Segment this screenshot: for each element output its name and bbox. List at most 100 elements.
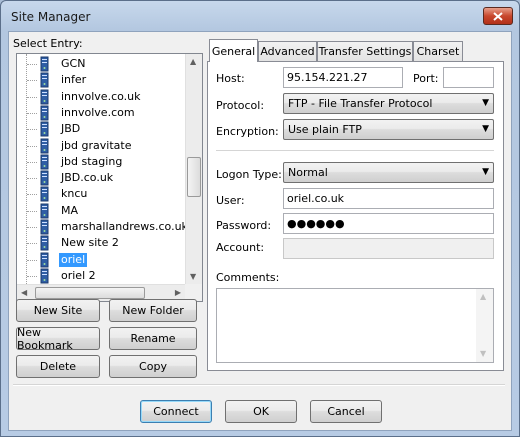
tab-transfer-settings[interactable]: Transfer Settings <box>317 41 413 61</box>
tree-connector <box>27 161 37 163</box>
connect-button[interactable]: Connect <box>140 400 212 423</box>
tree-item-label: oriel 2 <box>61 268 96 282</box>
tree-item[interactable]: oriel 2 <box>17 268 187 284</box>
new-site-button[interactable]: New Site <box>16 299 100 322</box>
tree-item[interactable]: GCN <box>17 56 187 72</box>
scroll-down-icon[interactable]: ▼ <box>480 349 486 359</box>
scroll-up-icon[interactable]: ▲ <box>480 292 486 302</box>
logon-type-select[interactable]: Normal ▼ <box>283 162 494 183</box>
delete-button[interactable]: Delete <box>16 355 100 378</box>
user-label: User: <box>216 194 245 207</box>
window-title: Site Manager <box>11 10 91 24</box>
server-icon <box>37 72 53 88</box>
server-icon <box>37 235 53 251</box>
logon-type-value: Normal <box>288 166 328 179</box>
vertical-scroll-thumb[interactable] <box>187 157 201 197</box>
tree-item-label: jbd staging <box>61 154 123 168</box>
logon-type-label: Logon Type: <box>216 168 282 181</box>
cancel-button[interactable]: Cancel <box>310 400 382 423</box>
tree-item[interactable]: JBD.co.uk <box>17 170 187 186</box>
server-icon <box>37 138 53 154</box>
select-entry-label: Select Entry: <box>13 37 83 50</box>
tree-item[interactable]: innvolve.com <box>17 105 187 121</box>
copy-button[interactable]: Copy <box>109 355 197 378</box>
tree-connector <box>27 194 37 196</box>
tree-connector <box>27 178 37 180</box>
close-button[interactable] <box>483 7 513 25</box>
tree-connector <box>27 64 37 65</box>
server-icon <box>37 203 53 219</box>
tab-general[interactable]: General <box>209 39 258 62</box>
comments-label: Comments: <box>216 271 280 284</box>
divider <box>216 150 494 152</box>
scroll-up-icon[interactable]: ▲ <box>190 57 196 67</box>
user-field[interactable]: oriel.co.uk <box>283 188 494 209</box>
port-label: Port: <box>413 72 439 85</box>
server-icon <box>37 56 53 72</box>
tree-item-label: innvolve.com <box>61 105 135 119</box>
tree-connector <box>27 243 37 245</box>
encryption-label: Encryption: <box>216 125 279 138</box>
new-folder-button[interactable]: New Folder <box>109 299 197 322</box>
host-field[interactable]: 95.154.221.27 <box>283 67 403 88</box>
server-icon <box>37 89 53 105</box>
tree-connector <box>27 259 37 261</box>
tree-item[interactable]: marshallandrews.co.uk <box>17 219 188 235</box>
rename-button[interactable]: Rename <box>109 327 197 350</box>
tree-connector <box>27 227 37 228</box>
title-bar[interactable]: Site Manager <box>1 1 519 31</box>
comments-scrollbar[interactable]: ▲ ▼ <box>476 289 493 362</box>
chevron-down-icon: ▼ <box>482 167 489 177</box>
tree-item[interactable]: oriel <box>17 252 187 268</box>
tab-advanced[interactable]: Advanced <box>258 41 317 61</box>
tree-item[interactable]: kncu <box>17 186 187 202</box>
ok-button[interactable]: OK <box>225 400 297 423</box>
tree-connector <box>27 112 37 114</box>
scroll-down-icon[interactable]: ▼ <box>190 272 196 282</box>
tree-connector <box>27 80 37 82</box>
host-label: Host: <box>216 72 245 85</box>
bottom-divider <box>13 384 505 386</box>
protocol-value: FTP - File Transfer Protocol <box>288 97 433 110</box>
tree-connector <box>27 145 37 147</box>
tree-item[interactable]: jbd staging <box>17 154 187 170</box>
port-field[interactable] <box>443 67 494 88</box>
tree-connector <box>27 129 37 131</box>
tree-item-label: infer <box>61 73 87 87</box>
close-icon <box>493 11 503 21</box>
tree-item-label: New site 2 <box>61 236 119 250</box>
server-icon <box>37 121 53 137</box>
password-field[interactable]: ●●●●●● <box>283 213 494 234</box>
tree-connector <box>27 275 37 277</box>
tree-vertical-scrollbar[interactable]: ▲ ▼ <box>185 54 202 285</box>
tab-charset[interactable]: Charset <box>413 41 463 61</box>
tree-item-label: jbd gravitate <box>61 138 132 152</box>
server-icon <box>37 252 53 268</box>
horizontal-scroll-thumb[interactable] <box>35 287 145 299</box>
tree-item-label: MA <box>61 203 79 217</box>
chevron-down-icon: ▼ <box>482 124 489 134</box>
tree-item-label: GCN <box>61 57 86 70</box>
tree-item[interactable]: New site 2 <box>17 235 187 251</box>
tree-item[interactable]: infer <box>17 72 187 88</box>
encryption-select[interactable]: Use plain FTP ▼ <box>283 119 494 140</box>
site-tree[interactable]: GCN infer innvolve.co.uk innvolve.com JBD jbd… <box>16 53 203 302</box>
chevron-down-icon: ▼ <box>482 98 489 108</box>
tree-connector <box>27 210 37 212</box>
tree-item[interactable]: jbd gravitate <box>17 138 187 154</box>
scroll-left-icon[interactable]: ◀ <box>21 288 27 298</box>
tree-item[interactable]: MA <box>17 203 187 219</box>
dialog-client-area: Select Entry: GCN infer innvolve.co.uk innv… <box>8 31 512 431</box>
encryption-value: Use plain FTP <box>288 123 362 136</box>
scroll-right-icon[interactable]: ▶ <box>175 288 181 298</box>
tree-item-label: innvolve.co.uk <box>61 89 141 103</box>
comments-textarea[interactable]: ▲ ▼ <box>216 288 494 363</box>
protocol-select[interactable]: FTP - File Transfer Protocol ▼ <box>283 93 494 114</box>
tree-item[interactable]: JBD <box>17 121 187 137</box>
tree-item-label: marshallandrews.co.uk <box>61 220 188 233</box>
server-icon <box>37 105 53 121</box>
server-icon <box>37 170 53 186</box>
account-label: Account: <box>216 241 265 254</box>
tree-item[interactable]: innvolve.co.uk <box>17 89 187 105</box>
new-bookmark-button[interactable]: New Bookmark <box>16 326 100 352</box>
